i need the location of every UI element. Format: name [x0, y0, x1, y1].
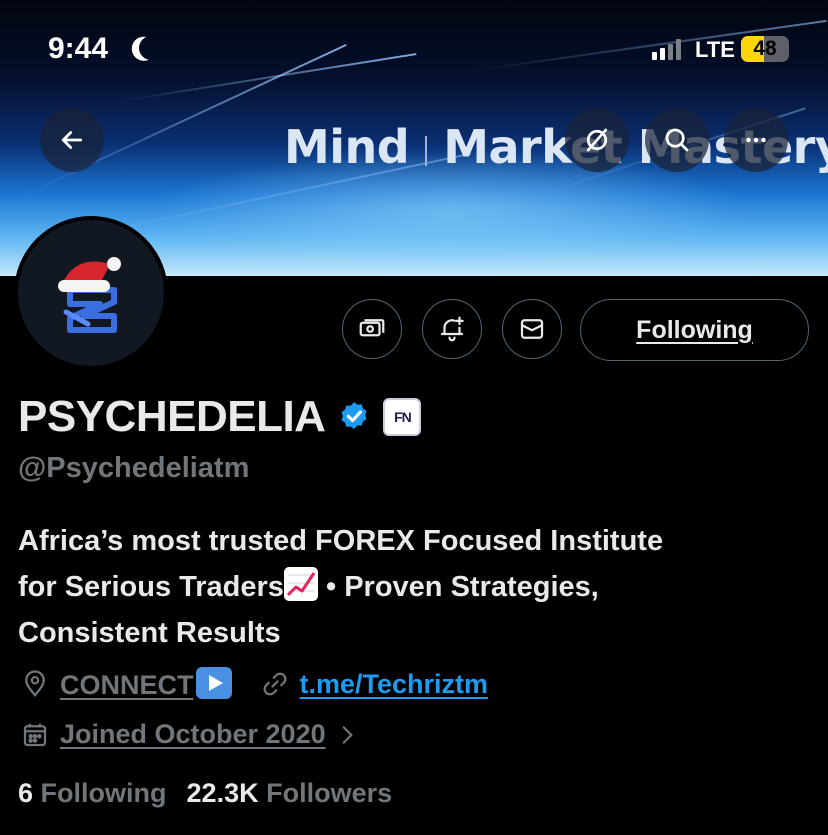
follow-counts: 6 Following 22.3K Followers	[18, 778, 392, 809]
chart-increasing-icon	[283, 567, 318, 601]
search-button[interactable]	[645, 108, 709, 172]
more-button[interactable]	[724, 108, 788, 172]
notify-button[interactable]	[422, 299, 482, 359]
location-text: CONNECT	[60, 670, 194, 700]
grok-button[interactable]	[565, 108, 629, 172]
website-link[interactable]: t.me/Techriztm	[300, 669, 489, 700]
profile-handle: @Psychedeliatm	[18, 452, 250, 484]
followers-count-link[interactable]: 22.3K Followers	[187, 778, 393, 809]
play-button-icon	[195, 667, 232, 699]
profile-bio: Africa’s most trusted FOREX Focused Inst…	[18, 518, 808, 656]
arrow-left-icon	[61, 131, 83, 149]
search-icon	[665, 128, 689, 152]
bio-line-3: Consistent Results	[18, 617, 281, 649]
link-icon	[263, 672, 286, 696]
more-horizontal-icon	[746, 137, 766, 143]
signal-icon	[652, 38, 681, 60]
followers-label: Followers	[266, 778, 393, 808]
following-button[interactable]: Following	[580, 299, 809, 361]
tip-button[interactable]	[342, 299, 402, 359]
following-count: 6	[18, 778, 34, 808]
chevron-right-icon	[342, 725, 353, 744]
logo-icon	[58, 257, 121, 333]
joined-date: Joined October 2020	[60, 719, 326, 749]
followers-count: 22.3K	[186, 778, 259, 808]
bio-line-2-a: for Serious Traders	[18, 571, 284, 603]
status-time: 9:44	[48, 32, 109, 65]
battery-icon: 48	[741, 36, 789, 62]
bell-plus-icon	[440, 316, 464, 342]
location-pin-icon	[25, 670, 45, 698]
envelope-icon	[520, 319, 544, 339]
name-row: PSYCHEDELIA FN	[18, 392, 422, 442]
affiliate-badge[interactable]: FN	[383, 398, 422, 436]
back-button[interactable]	[40, 108, 104, 172]
profile-meta-row: CONNECT t.me/Techriztm	[20, 667, 488, 701]
display-name: PSYCHEDELIA	[18, 392, 326, 441]
money-icon	[359, 319, 385, 337]
network-type: LTE	[695, 37, 735, 62]
following-count-link[interactable]: 6 Following	[18, 778, 167, 809]
slash-circle-icon	[586, 128, 608, 152]
bio-line-2-b: • Proven Strategies,	[317, 571, 599, 603]
location-link[interactable]: CONNECT	[60, 667, 232, 701]
joined-row[interactable]: Joined October 2020	[20, 719, 370, 750]
bio-line-2: for Serious Traders • Proven Strategies,	[18, 564, 808, 610]
bio-line-1: Africa’s most trusted FOREX Focused Inst…	[18, 525, 664, 557]
verified-badge-icon[interactable]	[337, 400, 371, 434]
battery-percentage: 48	[753, 37, 777, 60]
calendar-icon	[23, 723, 47, 746]
affiliate-badge-label: FN	[394, 409, 412, 425]
avatar[interactable]	[14, 216, 168, 370]
banner-word-mind: Mind	[284, 120, 410, 174]
message-button[interactable]	[502, 299, 562, 359]
following-label: Following	[40, 778, 167, 808]
